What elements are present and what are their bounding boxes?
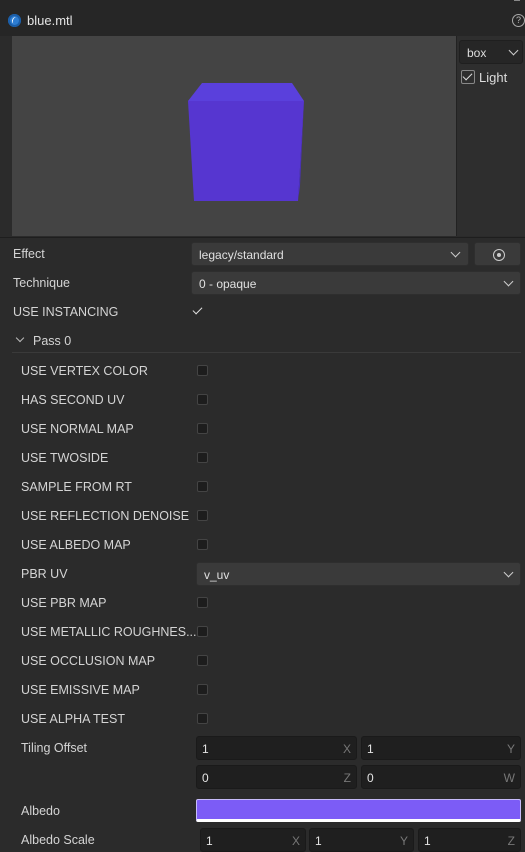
option-label: USE PBR MAP: [21, 596, 107, 610]
chevron-down-icon: [450, 247, 461, 258]
pass-header[interactable]: Pass 0: [33, 334, 71, 348]
technique-value: 0 - opaque: [199, 277, 257, 291]
use-metallic-roughness-checkbox[interactable]: [197, 626, 208, 637]
light-checkbox[interactable]: [461, 70, 475, 84]
option-label: HAS SECOND UV: [21, 393, 125, 407]
effect-label: Effect: [13, 247, 45, 261]
preview-viewport[interactable]: [12, 36, 457, 236]
use-occlusion-map-checkbox[interactable]: [197, 655, 208, 666]
use-pbr-map-checkbox[interactable]: [197, 597, 208, 608]
asset-title: blue.mtl: [27, 13, 73, 28]
albedo-scale-y-value: 1: [315, 834, 322, 848]
technique-label: Technique: [13, 276, 70, 290]
axis-label: X: [342, 742, 351, 756]
axis-label: Z: [343, 771, 351, 785]
axis-label: Y: [506, 742, 515, 756]
effect-value: legacy/standard: [199, 248, 284, 262]
albedo-scale-z-field[interactable]: 1 Z: [418, 828, 521, 852]
locate-effect-button[interactable]: [474, 242, 521, 266]
title-bar: blue.mtl ?: [0, 0, 525, 36]
option-label: USE OCCLUSION MAP: [21, 654, 156, 668]
use-reflection-denoise-checkbox[interactable]: [197, 510, 208, 521]
tiling-offset-x-field[interactable]: 1 X: [196, 736, 357, 760]
help-icon[interactable]: ?: [512, 14, 525, 27]
use-twoside-checkbox[interactable]: [197, 452, 208, 463]
has-second-uv-checkbox[interactable]: [197, 394, 208, 405]
option-label: USE NORMAL MAP: [21, 422, 134, 436]
cube-preview: [188, 83, 304, 201]
albedo-scale-y-field[interactable]: 1 Y: [309, 828, 414, 852]
use-vertex-color-checkbox[interactable]: [197, 365, 208, 376]
chevron-down-icon: [503, 567, 514, 578]
axis-label: Z: [507, 834, 515, 848]
locate-icon: [493, 249, 505, 261]
option-label: USE METALLIC ROUGHNES...: [21, 625, 197, 639]
panel-notch: [514, 0, 520, 3]
preview-options: box Light: [457, 36, 525, 236]
pbr-uv-value: v_uv: [204, 568, 230, 582]
albedo-color-swatch[interactable]: [196, 799, 521, 822]
use-emissive-map-checkbox[interactable]: [197, 684, 208, 695]
material-preview: box Light: [12, 36, 525, 236]
tiling-offset-y-value: 1: [367, 742, 374, 756]
sample-from-rt-checkbox[interactable]: [197, 481, 208, 492]
divider: [0, 237, 525, 238]
effect-select[interactable]: legacy/standard: [191, 242, 469, 266]
albedo-scale-label: Albedo Scale: [21, 833, 95, 847]
albedo-scale-x-field[interactable]: 1 X: [200, 828, 306, 852]
technique-select[interactable]: 0 - opaque: [191, 271, 521, 295]
pbr-uv-select[interactable]: v_uv: [196, 562, 521, 586]
axis-label: Y: [399, 834, 408, 848]
albedo-label: Albedo: [21, 804, 60, 818]
cocos-logo-icon: [8, 14, 21, 27]
use-instancing-label: USE INSTANCING: [13, 305, 119, 319]
tiling-offset-label: Tiling Offset: [21, 741, 87, 755]
axis-label: W: [503, 771, 515, 785]
option-label: USE VERTEX COLOR: [21, 364, 148, 378]
tiling-offset-z-field[interactable]: 0 Z: [196, 765, 357, 789]
tiling-offset-x-value: 1: [202, 742, 209, 756]
pbr-uv-label: PBR UV: [21, 567, 68, 581]
albedo-scale-x-value: 1: [206, 834, 213, 848]
option-label: USE ALPHA TEST: [21, 712, 125, 726]
chevron-down-icon: [508, 45, 519, 56]
pass-divider: [12, 352, 521, 353]
option-label: SAMPLE FROM RT: [21, 480, 132, 494]
mesh-select-value: box: [467, 46, 487, 60]
use-albedo-map-checkbox[interactable]: [197, 539, 208, 550]
option-label: USE EMISSIVE MAP: [21, 683, 140, 697]
use-instancing-checkbox[interactable]: [192, 305, 204, 317]
cube-front-face: [188, 101, 304, 201]
tiling-offset-y-field[interactable]: 1 Y: [361, 736, 521, 760]
cube-top-face: [188, 83, 304, 101]
light-label: Light: [479, 70, 508, 85]
option-label: USE REFLECTION DENOISE: [21, 509, 190, 523]
option-label: USE ALBEDO MAP: [21, 538, 131, 552]
use-normal-map-checkbox[interactable]: [197, 423, 208, 434]
use-alpha-test-checkbox[interactable]: [197, 713, 208, 724]
mesh-select[interactable]: box: [459, 40, 523, 64]
option-label: USE TWOSIDE: [21, 451, 109, 465]
tiling-offset-w-value: 0: [367, 771, 374, 785]
axis-label: X: [291, 834, 300, 848]
tiling-offset-z-value: 0: [202, 771, 209, 785]
chevron-down-icon: [503, 276, 514, 287]
tiling-offset-w-field[interactable]: 0 W: [361, 765, 521, 789]
albedo-scale-z-value: 1: [424, 834, 431, 848]
chevron-down-icon[interactable]: [15, 333, 25, 343]
